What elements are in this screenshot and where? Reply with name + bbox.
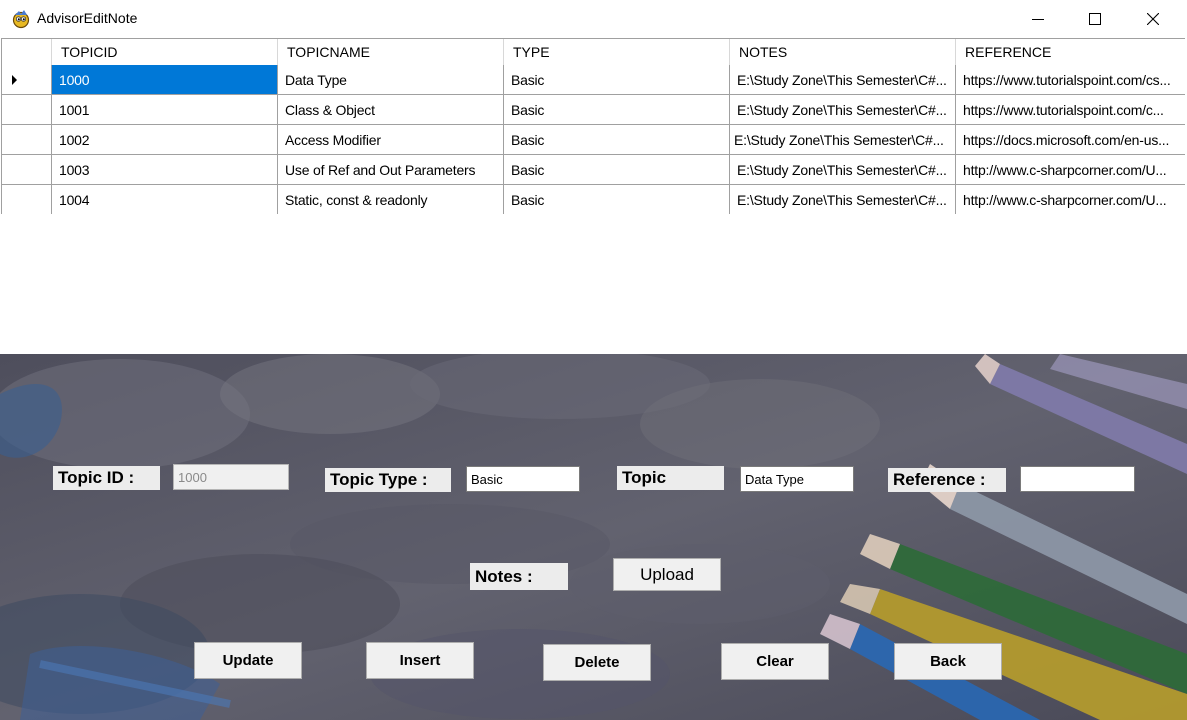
topic-id-label: Topic ID : bbox=[53, 466, 160, 490]
cell-notes[interactable]: E:\Study Zone\This Semester\C#... bbox=[730, 185, 956, 215]
row-header[interactable] bbox=[2, 65, 52, 95]
notes-label: Notes : bbox=[470, 563, 568, 590]
cell-topicname[interactable]: Static, const & readonly bbox=[278, 185, 504, 215]
back-button[interactable]: Back bbox=[894, 643, 1002, 680]
update-button[interactable]: Update bbox=[194, 642, 302, 679]
cell-type[interactable]: Basic bbox=[504, 65, 730, 95]
cell-topicid[interactable]: 1001 bbox=[52, 95, 278, 125]
insert-button[interactable]: Insert bbox=[366, 642, 474, 679]
row-header-corner bbox=[2, 39, 52, 65]
row-header[interactable] bbox=[2, 125, 52, 155]
minimize-icon bbox=[1032, 19, 1044, 20]
cell-topicname[interactable]: Data Type bbox=[278, 65, 504, 95]
cell-type[interactable]: Basic bbox=[504, 95, 730, 125]
grid-header-row: TOPICID TOPICNAME TYPE NOTES REFERENCE bbox=[2, 39, 1185, 65]
column-header-notes[interactable]: NOTES bbox=[730, 39, 956, 65]
cell-reference[interactable]: http://www.c-sharpcorner.com/U... bbox=[956, 185, 1185, 215]
close-button[interactable] bbox=[1124, 0, 1182, 38]
cell-notes[interactable]: E:\Study Zone\This Semester\C#... bbox=[730, 155, 956, 185]
cell-reference[interactable]: https://docs.microsoft.com/en-us... bbox=[956, 125, 1185, 155]
cell-notes[interactable]: E:\Study Zone\This Semester\C#... bbox=[730, 65, 956, 95]
column-header-reference[interactable]: REFERENCE bbox=[956, 39, 1185, 65]
minimize-button[interactable] bbox=[1009, 0, 1067, 38]
title-bar: AdvisorEditNote bbox=[0, 0, 1187, 38]
reference-label: Reference : bbox=[888, 468, 1006, 492]
column-header-type[interactable]: TYPE bbox=[504, 39, 730, 65]
cell-topicid[interactable]: 1004 bbox=[52, 185, 278, 215]
cell-topicname[interactable]: Class & Object bbox=[278, 95, 504, 125]
topics-data-grid[interactable]: TOPICID TOPICNAME TYPE NOTES REFERENCE 1… bbox=[1, 38, 1185, 216]
row-pointer-icon bbox=[12, 75, 17, 85]
topic-id-field[interactable] bbox=[173, 464, 289, 490]
cell-notes[interactable]: E:\Study Zone\This Semester\C#... bbox=[730, 125, 956, 155]
cell-topicid[interactable]: 1000 bbox=[52, 65, 278, 95]
topic-type-label: Topic Type : bbox=[325, 468, 451, 492]
maximize-icon bbox=[1089, 13, 1101, 25]
delete-button[interactable]: Delete bbox=[543, 644, 651, 681]
form-panel: Topic ID : Topic Type : Topic Reference … bbox=[0, 354, 1187, 720]
grid-empty-area bbox=[0, 214, 1187, 354]
cell-notes[interactable]: E:\Study Zone\This Semester\C#... bbox=[730, 95, 956, 125]
row-header[interactable] bbox=[2, 155, 52, 185]
reference-field[interactable] bbox=[1020, 466, 1135, 492]
topic-field[interactable] bbox=[740, 466, 854, 492]
close-icon bbox=[1147, 13, 1159, 25]
maximize-button[interactable] bbox=[1066, 0, 1124, 38]
cell-topicid[interactable]: 1002 bbox=[52, 125, 278, 155]
row-header[interactable] bbox=[2, 185, 52, 215]
table-row[interactable]: 1002 Access Modifier Basic E:\Study Zone… bbox=[2, 125, 1185, 155]
cell-topicname[interactable]: Access Modifier bbox=[278, 125, 504, 155]
cell-type[interactable]: Basic bbox=[504, 125, 730, 155]
table-row[interactable]: 1000 Data Type Basic E:\Study Zone\This … bbox=[2, 65, 1185, 95]
column-header-topicid[interactable]: TOPICID bbox=[52, 39, 278, 65]
clear-button[interactable]: Clear bbox=[721, 643, 829, 680]
cell-reference[interactable]: https://www.tutorialspoint.com/c... bbox=[956, 95, 1185, 125]
cell-topicname[interactable]: Use of Ref and Out Parameters bbox=[278, 155, 504, 185]
window-title: AdvisorEditNote bbox=[37, 10, 138, 26]
table-row[interactable]: 1004 Static, const & readonly Basic E:\S… bbox=[2, 185, 1185, 215]
topic-label: Topic bbox=[617, 466, 724, 490]
row-header[interactable] bbox=[2, 95, 52, 125]
column-header-topicname[interactable]: TOPICNAME bbox=[278, 39, 504, 65]
cell-type[interactable]: Basic bbox=[504, 185, 730, 215]
upload-button[interactable]: Upload bbox=[613, 558, 721, 591]
table-row[interactable]: 1001 Class & Object Basic E:\Study Zone\… bbox=[2, 95, 1185, 125]
app-icon bbox=[11, 9, 31, 29]
table-row[interactable]: 1003 Use of Ref and Out Parameters Basic… bbox=[2, 155, 1185, 185]
cell-topicid[interactable]: 1003 bbox=[52, 155, 278, 185]
cell-type[interactable]: Basic bbox=[504, 155, 730, 185]
cell-reference[interactable]: http://www.c-sharpcorner.com/U... bbox=[956, 155, 1185, 185]
topic-type-field[interactable] bbox=[466, 466, 580, 492]
cell-reference[interactable]: https://www.tutorialspoint.com/cs... bbox=[956, 65, 1185, 95]
